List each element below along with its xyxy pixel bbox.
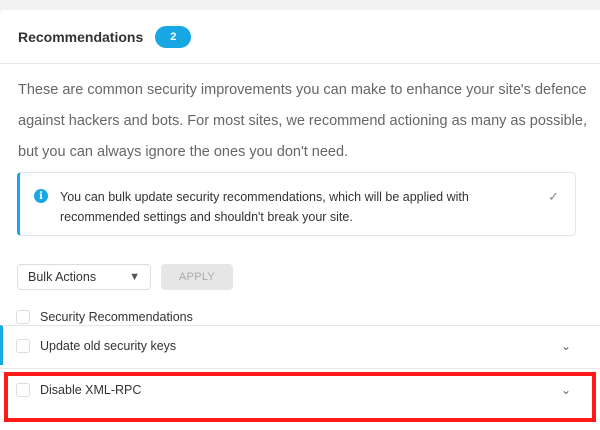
- panel-title: Recommendations: [18, 28, 144, 45]
- select-all-checkbox[interactable]: [16, 310, 30, 324]
- list-header-label: Security Recommendations: [40, 310, 193, 324]
- apply-button[interactable]: APPLY: [161, 264, 233, 290]
- bulk-actions-select[interactable]: Bulk Actions ▼: [17, 264, 151, 290]
- list-item[interactable]: Update old security keys ⌄: [0, 325, 600, 365]
- count-badge: 2: [155, 25, 192, 48]
- check-icon[interactable]: ✓: [548, 189, 559, 205]
- item-label: Update old security keys: [40, 338, 177, 353]
- bulk-actions-value: Bulk Actions: [28, 270, 97, 284]
- chevron-down-icon[interactable]: ⌄: [561, 339, 571, 353]
- panel-header: Recommendations 2: [0, 10, 600, 64]
- notice-text: You can bulk update security recommendat…: [60, 190, 469, 224]
- description-text: These are common security improvements y…: [18, 82, 587, 160]
- chevron-down-icon: ▼: [129, 271, 140, 283]
- item-checkbox[interactable]: [16, 338, 30, 353]
- info-icon: i: [34, 189, 48, 203]
- highlight-box: [4, 372, 596, 422]
- info-notice: i You can bulk update security recommend…: [17, 172, 576, 236]
